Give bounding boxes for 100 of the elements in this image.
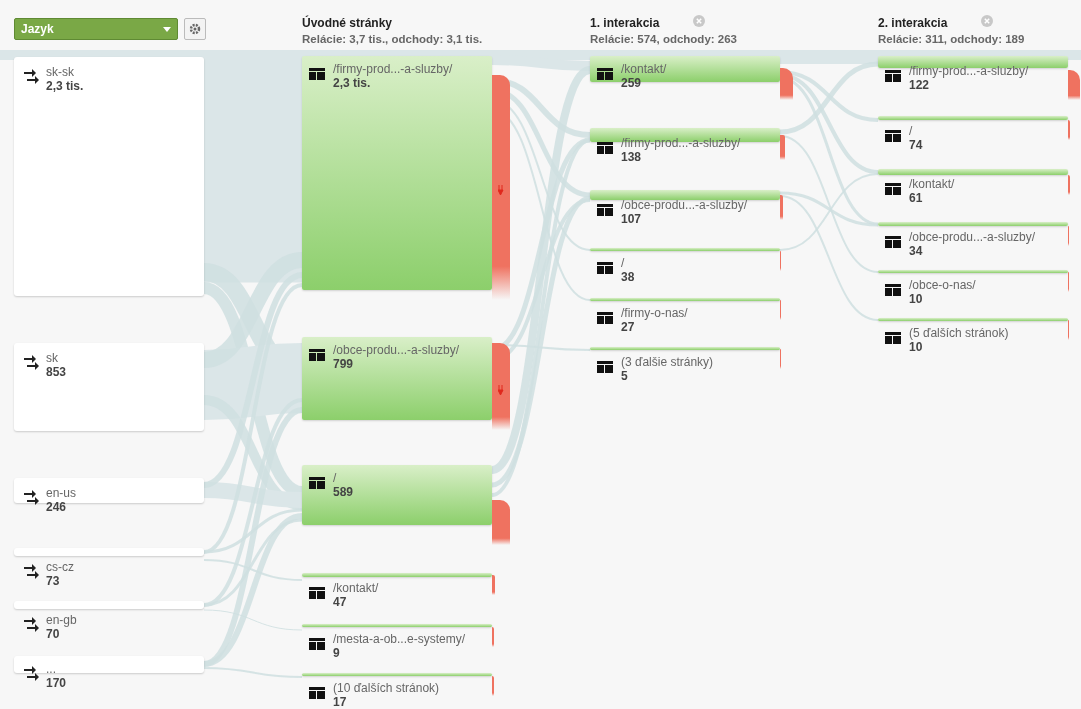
page-icon [885,70,901,82]
node-label: (3 ďalšie stránky) [621,355,714,369]
page-node[interactable] [590,190,780,200]
node-label: en-us [46,486,77,500]
node-count: 10 [909,340,923,354]
page-icon [885,284,901,296]
page-node[interactable] [878,169,1068,175]
page-node[interactable] [590,298,780,301]
page-node[interactable] [302,624,492,627]
page-node[interactable] [878,222,1068,226]
node-label: en-gb [46,613,77,627]
column-title: 1. interakcia [590,15,660,32]
node-count: 70 [46,627,60,641]
node-label: cs-cz [46,560,74,574]
node-label: sk [46,351,58,365]
node-count: 38 [621,270,635,284]
source-node[interactable] [14,478,204,503]
node-label: /firmy-prod...-a-sluzby/ [333,62,453,76]
close-icon[interactable] [693,15,705,27]
node-count: 34 [909,244,923,258]
page-node[interactable] [302,673,492,676]
node-count: 246 [46,500,67,514]
column-title: Úvodné stránky [302,14,393,32]
node-count: 107 [621,212,642,226]
node-label: /kontakt/ [333,581,379,595]
page-node[interactable] [878,270,1068,273]
exit-bar [780,195,783,220]
page-icon [309,638,325,650]
page-node[interactable] [590,347,780,350]
column-summary: Relácie: 311, odchody: 189 [878,32,1025,47]
node-count: 9 [333,646,340,660]
dimension-dropdown[interactable]: Jazyk [14,18,178,40]
node-count: 138 [621,150,642,164]
arrows-icon [24,68,39,84]
node-count: 61 [909,191,923,205]
page-node[interactable] [878,56,1068,68]
page-node[interactable] [302,573,492,577]
page-icon [885,183,901,195]
page-icon [309,68,325,80]
arrows-icon [24,665,39,681]
caret-icon [163,26,171,32]
node-label: / [333,471,337,485]
page-node[interactable] [302,465,492,525]
page-icon [885,332,901,344]
source-node[interactable] [14,57,204,296]
node-count: 853 [46,365,67,379]
page-icon [597,204,613,216]
page-node[interactable] [302,56,492,290]
settings-button[interactable] [184,18,206,40]
page-node[interactable] [878,318,1068,321]
column-summary: Relácie: 574, odchody: 263 [590,32,737,47]
node-label: /firmy-o-nas/ [621,306,688,320]
node-label: /obce-o-nas/ [909,278,976,292]
page-icon [309,587,325,599]
node-count: 27 [621,320,635,334]
exit-bar [780,135,785,160]
node-label: / [909,124,913,138]
node-count: 10 [909,292,923,306]
arrows-icon [24,616,39,632]
node-count: 17 [333,695,347,709]
node-count: 2,3 tis. [46,79,84,93]
node-label: / [621,256,625,270]
exit-arrow-icon [498,385,504,395]
source-node[interactable] [14,343,204,431]
node-count: 170 [46,676,67,690]
source-node[interactable] [14,656,204,673]
page-icon [597,142,613,154]
node-label: ... [46,662,56,676]
page-icon [597,312,613,324]
column-summary: Relácie: 3,7 tis., odchody: 3,1 tis. [302,32,483,47]
node-label: /kontakt/ [909,177,955,191]
node-count: 74 [909,138,923,152]
page-icon [885,130,901,142]
node-label: /mesta-a-ob...e-systemy/ [333,632,466,646]
close-icon[interactable] [981,15,993,27]
exit-bar [492,575,495,595]
node-label: (10 ďalších stránok) [333,681,440,695]
node-count: 73 [46,574,60,588]
page-node[interactable] [590,248,780,251]
arrows-icon [24,354,39,370]
node-count: 2,3 tis. [333,76,371,90]
source-node[interactable] [14,601,204,609]
page-icon [309,477,325,489]
page-icon [309,687,325,699]
arrows-icon [24,489,39,505]
node-label: /firmy-prod...-a-sluzby/ [909,64,1029,78]
node-label: /obce-produ...-a-sluzby/ [333,343,460,357]
page-node[interactable] [302,337,492,420]
node-count: 589 [333,485,354,499]
node-count: 122 [909,78,930,92]
node-label: sk-sk [46,65,74,79]
settings-icon [189,23,201,35]
page-node[interactable] [878,116,1068,120]
exit-bar [1068,70,1080,100]
source-node[interactable] [14,548,204,556]
node-label: /kontakt/ [621,62,667,76]
node-label: /obce-produ...-a-sluzby/ [621,198,748,212]
page-icon [597,361,613,373]
page-icon [597,68,613,80]
column-title: 2. interakcia [878,15,948,32]
